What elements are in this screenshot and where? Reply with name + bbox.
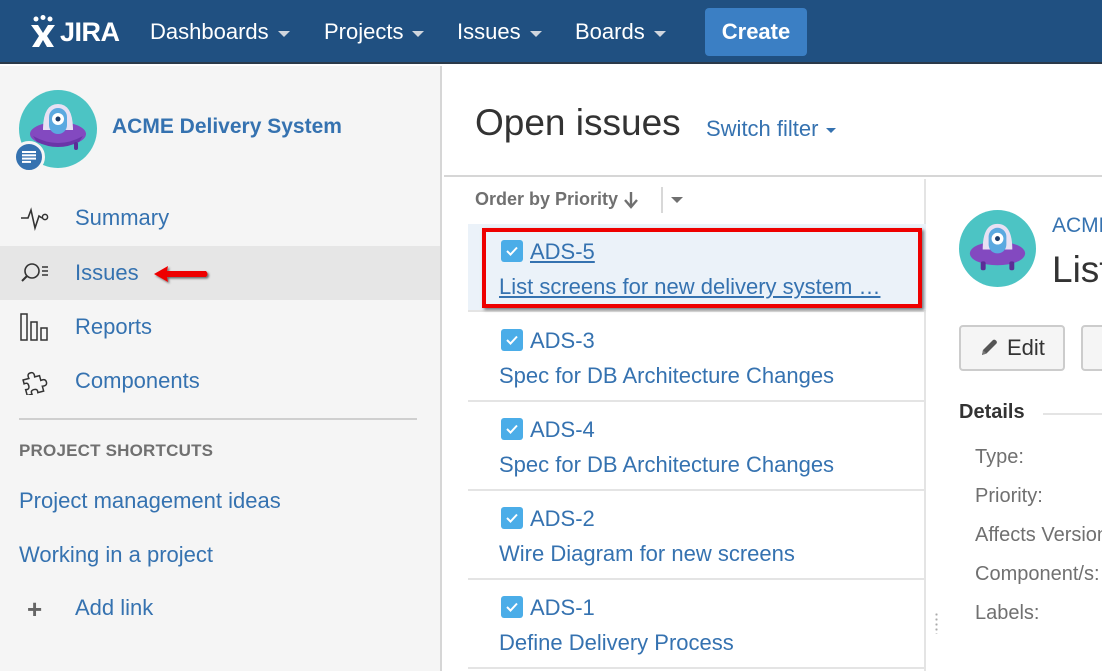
panel-resize-handle[interactable] [935,612,938,634]
task-type-icon [501,329,523,351]
annotation-arrow-icon [154,266,208,282]
sidebar-item-issues[interactable]: Issues [0,246,440,300]
switch-filter-label: Switch filter [706,116,819,141]
project-name[interactable]: ACME Delivery System [112,115,342,139]
more-actions-button[interactable] [1081,325,1102,371]
issue-summary[interactable]: Spec for DB Architecture Changes [499,363,834,389]
sidebar-item-label: Summary [75,205,170,230]
field-label-affects-versions: Affects Version/s: [975,524,1102,546]
create-button[interactable]: Create [705,8,807,56]
field-label-priority: Priority: [975,485,1043,507]
document-lines-icon [22,151,36,163]
issue-row[interactable]: ADS-3 Spec for DB Architecture Changes [468,313,926,402]
order-by-label: Order by Priority [475,189,619,209]
jira-logo-text: JIRA [60,16,120,47]
project-shortcuts-heading: PROJECT SHORTCUTS [19,441,214,460]
project-type-badge [13,141,45,173]
details-heading: Details [959,401,1025,423]
nav-issues-label: Issues [457,19,521,44]
nav-issues[interactable]: Issues [457,0,542,64]
sidebar-item-components[interactable]: Components [0,354,440,408]
sidebar-item-label: Issues [75,260,139,285]
page-title: Open issues [475,102,681,143]
issue-key[interactable]: ADS-4 [530,417,595,443]
chevron-down-icon [653,30,666,37]
project-sidebar: ACME Delivery System Summary Issues Repo… [0,66,442,671]
task-type-icon [501,418,523,440]
sidebar-divider [19,418,417,420]
nav-boards-label: Boards [575,19,645,44]
issue-key[interactable]: ADS-2 [530,506,595,532]
issue-key[interactable]: ADS-1 [530,595,595,621]
issue-summary[interactable]: List screens for new delivery system … [499,274,880,300]
issue-title: List screens for new delivery system [1052,249,1102,290]
issue-key[interactable]: ADS-5 [530,239,595,265]
switch-filter-dropdown[interactable]: Switch filter [706,116,837,142]
issue-row[interactable]: ADS-2 Wire Diagram for new screens [468,491,926,580]
issue-summary[interactable]: Wire Diagram for new screens [499,541,795,567]
pulse-icon [21,207,49,231]
issue-key[interactable]: ADS-3 [530,328,595,354]
sidebar-item-reports[interactable]: Reports [0,300,440,354]
nav-projects[interactable]: Projects [324,0,425,64]
jira-logo-icon [31,15,55,47]
chevron-down-icon [412,30,425,37]
sidebar-item-label: Components [75,368,200,393]
jira-logo[interactable]: JIRA [28,12,120,52]
shortcut-link[interactable]: Working in a project [19,542,213,568]
chevron-down-icon [277,30,290,37]
order-options-chevron-icon[interactable] [671,197,683,203]
add-link-label: Add link [75,595,154,620]
puzzle-icon [22,371,48,395]
issue-summary[interactable]: Spec for DB Architecture Changes [499,452,834,478]
bar-chart-icon [20,313,48,341]
chevron-down-icon [826,128,837,133]
task-type-icon [501,240,523,262]
order-by-button[interactable]: Order by Priority [475,189,639,210]
arrow-down-icon [624,191,638,209]
sidebar-item-label: Reports [75,314,153,339]
nav-dashboards[interactable]: Dashboards [150,0,290,64]
issue-row[interactable]: ADS-4 Spec for DB Architecture Changes [468,402,926,491]
project-avatar[interactable] [959,210,1036,287]
edit-label: Edit [1007,335,1045,360]
nav-projects-label: Projects [324,19,404,44]
issues-search-icon [21,263,48,282]
pencil-icon [982,339,997,355]
shortcut-link[interactable]: Project management ideas [19,488,281,514]
task-type-icon [501,596,523,618]
sidebar-item-summary[interactable]: Summary [0,191,440,245]
issue-row[interactable]: ADS-1 Define Delivery Process [468,580,926,669]
details-divider [1043,413,1102,415]
issues-page-header: Open issues Switch filter [444,66,1102,177]
field-label-components: Component/s: [975,563,1100,585]
nav-boards[interactable]: Boards [575,0,666,64]
edit-button[interactable]: Edit [959,325,1065,371]
issue-row[interactable]: ADS-5 List screens for new delivery syst… [468,224,926,312]
top-navigation-bar: JIRA Dashboards Projects Issues Boards C… [0,0,1102,64]
chevron-down-icon [529,30,542,37]
issue-detail-panel: ACME Delivery System List screens for ne… [928,179,1102,671]
plus-icon: + [27,594,43,624]
breadcrumb-project-link[interactable]: ACME Delivery System [1052,214,1102,238]
field-label-type: Type: [975,446,1024,468]
order-separator [661,187,663,213]
task-type-icon [501,507,523,529]
issue-list-panel: Order by Priority ADS-5 List screens for… [444,179,926,671]
issue-summary[interactable]: Define Delivery Process [499,630,734,656]
nav-dashboards-label: Dashboards [150,19,269,44]
field-label-labels: Labels: [975,602,1040,624]
